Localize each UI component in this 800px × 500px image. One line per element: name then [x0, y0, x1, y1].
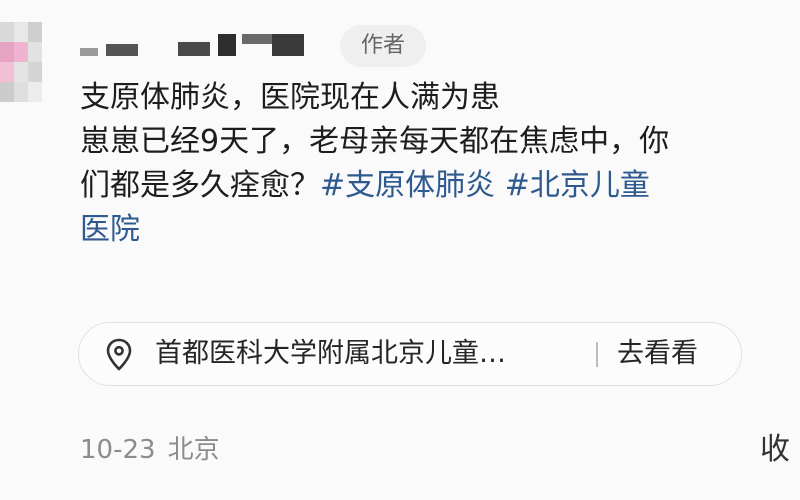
collect-button[interactable]: 收: [760, 428, 790, 472]
comment-text-segment: 崽崽已经9天了，老母亲每天都在焦虑中，你: [80, 124, 670, 159]
author-badge: 作者: [340, 25, 426, 67]
comment-date: 10-23: [80, 435, 156, 465]
avatar[interactable]: [0, 22, 42, 102]
go-see-button[interactable]: 去看看: [617, 323, 698, 385]
comment-text-segment: 支原体肺炎，医院现在人满为患: [80, 80, 500, 115]
username-redacted[interactable]: [80, 30, 305, 58]
hashtag-link[interactable]: #北京儿童: [505, 168, 650, 203]
location-card[interactable]: 首都医科大学附属北京儿童… 去看看: [78, 322, 742, 386]
hashtag-link[interactable]: 医院: [80, 212, 140, 247]
comment-text: 支原体肺炎，医院现在人满为患 崽崽已经9天了，老母亲每天都在焦虑中，你 们都是多久痊…: [80, 76, 800, 252]
comment-region: 北京: [167, 435, 220, 465]
location-pin-icon: [106, 338, 132, 371]
location-name: 首都医科大学附属北京儿童…: [155, 338, 506, 369]
comment-text-segment: 们都是多久痊愈？: [80, 168, 320, 203]
comment-meta: 10-23 北京: [80, 430, 220, 470]
comment-line: 崽崽已经9天了，老母亲每天都在焦虑中，你: [80, 120, 800, 164]
divider: [596, 342, 598, 367]
comment-text-segment: [495, 168, 505, 203]
comment-line: 医院: [80, 208, 800, 252]
comment-line: 支原体肺炎，医院现在人满为患: [80, 76, 800, 120]
comment-line: 们都是多久痊愈？#支原体肺炎 #北京儿童: [80, 164, 800, 208]
hashtag-link[interactable]: #支原体肺炎: [320, 168, 495, 203]
